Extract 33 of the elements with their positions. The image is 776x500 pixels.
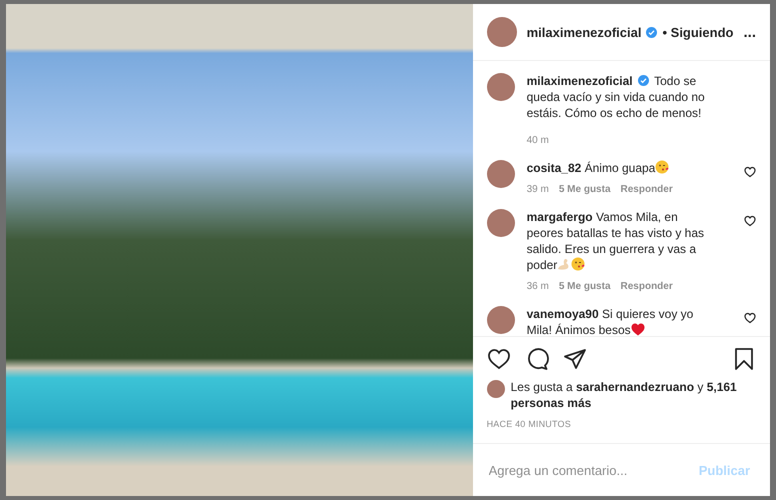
bookmark-icon[interactable] — [732, 347, 756, 371]
like-heart-icon[interactable] — [486, 347, 511, 371]
avatar[interactable] — [486, 306, 515, 334]
comment-likes[interactable]: 5 Me gusta — [558, 184, 611, 195]
username-link[interactable]: milaximenezoficial — [526, 24, 642, 40]
avatar[interactable] — [486, 209, 515, 237]
likes-summary: Les gusta a sarahernandezruano y 5,161 personas más — [510, 380, 737, 410]
post-timestamp: HACE 40 MINUTOS — [486, 418, 572, 431]
kiss-face-icon — [655, 160, 670, 174]
avatar[interactable] — [486, 17, 517, 47]
username-link[interactable]: milaximenezoficial — [526, 74, 633, 88]
avatar[interactable] — [486, 73, 515, 101]
caption-text: milaximenezoficial Todo se queda vacío y sin vida cuando no estáis. Cómo os echo de menos! — [526, 73, 706, 121]
flexed-arm-icon — [557, 257, 572, 271]
reply-button[interactable]: Responder — [620, 184, 673, 195]
comment-time: 39 m — [526, 184, 549, 195]
follow-status-button[interactable]: • Siguiendo — [662, 24, 734, 40]
heart-icon[interactable] — [744, 215, 756, 227]
comment-time: 36 m — [526, 281, 549, 292]
more-options-button[interactable]: ... — [743, 24, 756, 40]
reply-button[interactable]: Responder — [620, 281, 673, 292]
comment-text: cosita_82 Ánimo guapa — [526, 160, 707, 176]
comment-likes[interactable]: 5 Me gusta — [558, 281, 611, 292]
heart-emoji-icon — [630, 323, 645, 336]
send-paper-plane-icon[interactable] — [562, 347, 587, 371]
heart-icon[interactable] — [744, 312, 756, 324]
kiss-face-icon — [571, 257, 586, 271]
avatar[interactable] — [486, 380, 505, 398]
comment-text: margafergo Vamos Mila, en peores batallas te has visto y has salido. Eres un guerrera y vas a poder — [526, 209, 706, 273]
comment-text: vanemoya90 Si quieres voy yo Mila! Ánimos besos — [526, 306, 694, 336]
caption-time: 40 m — [526, 135, 549, 146]
avatar[interactable] — [486, 160, 515, 188]
heart-icon[interactable] — [744, 166, 756, 178]
